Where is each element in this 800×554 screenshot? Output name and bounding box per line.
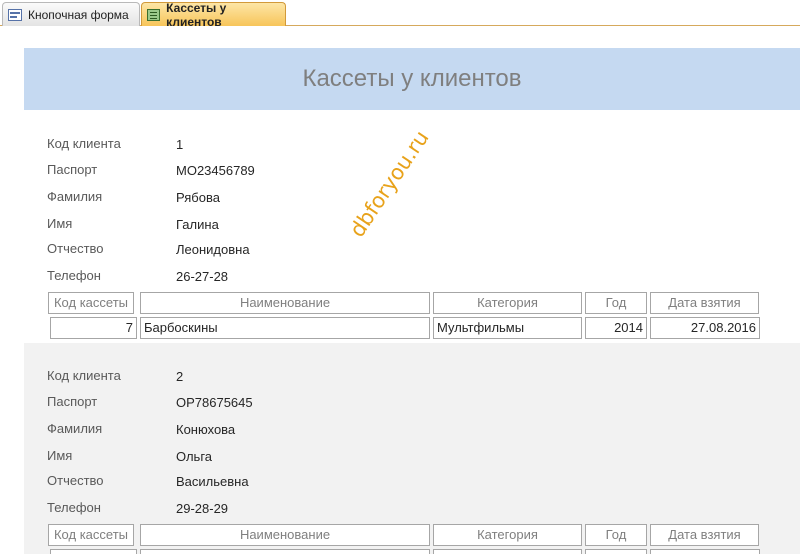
value-phone: 26-27-28 [176, 269, 229, 284]
value-passport: МО23456789 [176, 163, 255, 178]
cell-cassette-id: 7 [50, 317, 137, 339]
cell-title [140, 549, 430, 554]
cell-category [433, 549, 582, 554]
header-year: Год [585, 524, 647, 546]
header-cassette-id: Код кассеты [48, 524, 134, 546]
tab-label: Кнопочная форма [28, 7, 129, 22]
label-surname: Фамилия [47, 189, 103, 204]
value-passport: ОР78675645 [176, 395, 253, 410]
report-icon [147, 8, 161, 21]
form-icon [8, 8, 22, 21]
label-passport: Паспорт [47, 162, 98, 177]
label-name: Имя [47, 216, 73, 231]
value-surname: Конюхова [176, 422, 236, 437]
value-surname: Рябова [176, 190, 220, 205]
value-name: Галина [176, 217, 219, 232]
report-title: Кассеты у клиентов [302, 65, 522, 92]
header-category: Категория [433, 292, 582, 314]
label-patronymic: Отчество [47, 241, 104, 256]
tab-cassettes-report[interactable]: Кассеты у клиентов [141, 0, 286, 29]
label-phone: Телефон [47, 500, 101, 515]
cell-title: Барбоскины [140, 317, 430, 339]
cell-date: 27.08.2016 [650, 317, 760, 339]
label-phone: Телефон [47, 268, 101, 283]
label-name: Имя [47, 448, 73, 463]
cell-year [585, 549, 647, 554]
label-passport: Паспорт [47, 394, 98, 409]
cell-cassette-id [50, 549, 137, 554]
report-view: Кассеты у клиентов Код клиента 1 Паспорт… [24, 27, 800, 554]
tab-label: Кассеты у клиентов [166, 0, 227, 29]
header-title: Наименование [140, 524, 430, 546]
label-patronymic: Отчество [47, 473, 104, 488]
cell-date [650, 549, 760, 554]
header-year: Год [585, 292, 647, 314]
client-group: Код клиента 2 Паспорт ОР78675645 Фамилия… [24, 343, 800, 554]
label-client-id: Код клиента [47, 136, 121, 151]
value-patronymic: Васильевна [176, 474, 249, 489]
value-client-id: 1 [176, 137, 184, 152]
tab-switchboard-form[interactable]: Кнопочная форма [2, 2, 140, 26]
header-date: Дата взятия [650, 524, 759, 546]
header-category: Категория [433, 524, 582, 546]
label-client-id: Код клиента [47, 368, 121, 383]
cell-year: 2014 [585, 317, 647, 339]
label-surname: Фамилия [47, 421, 103, 436]
value-name: Ольга [176, 449, 213, 464]
value-client-id: 2 [176, 369, 184, 384]
header-title: Наименование [140, 292, 430, 314]
header-date: Дата взятия [650, 292, 759, 314]
value-phone: 29-28-29 [176, 501, 229, 516]
cell-category: Мультфильмы [433, 317, 582, 339]
value-patronymic: Леонидовна [176, 242, 250, 257]
header-cassette-id: Код кассеты [48, 292, 134, 314]
document-tab-bar: Кнопочная форма Кассеты у клиентов [0, 0, 800, 29]
